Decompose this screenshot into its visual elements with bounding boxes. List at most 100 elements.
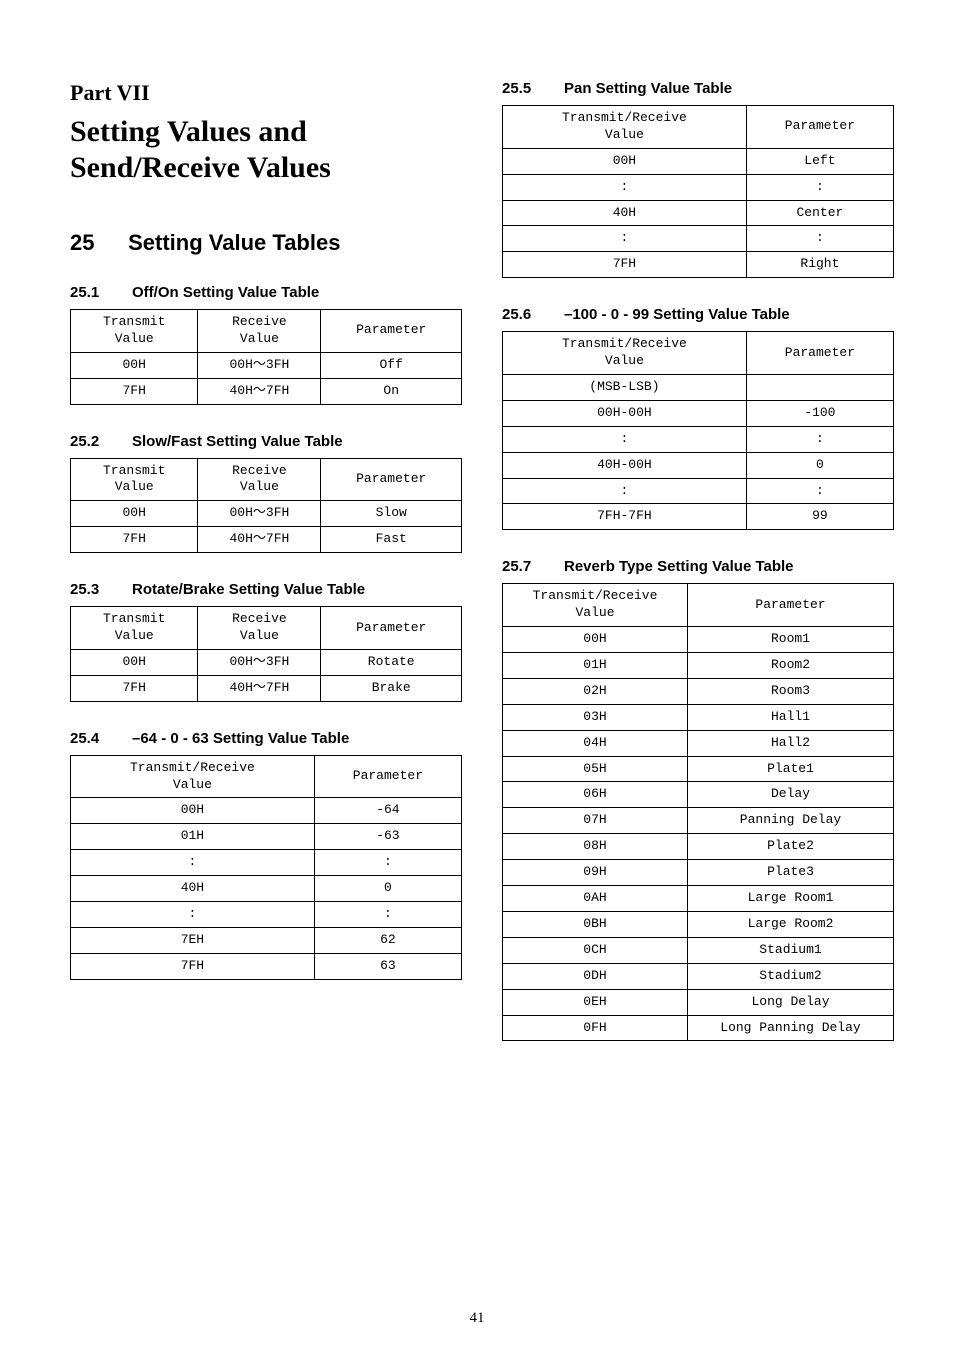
cell: 06H	[503, 782, 688, 808]
th-param: Parameter	[321, 458, 462, 501]
cell: Large Room2	[688, 911, 894, 937]
th-param: Parameter	[746, 332, 893, 375]
table-row: 05HPlate1	[503, 756, 894, 782]
table-row: 03HHall1	[503, 704, 894, 730]
cell: Right	[746, 252, 893, 278]
th-param: Parameter	[314, 755, 461, 798]
cell: :	[746, 174, 893, 200]
subsection-25-2: 25.2Slow/Fast Setting Value Table	[70, 433, 462, 450]
table-row: 0EHLong Delay	[503, 989, 894, 1015]
cell: Stadium1	[688, 937, 894, 963]
table-neg100-99: Transmit/Receive Value Parameter (MSB-LS…	[502, 331, 894, 530]
table-row: 7FH40H～7FHOn	[71, 378, 462, 404]
subsection-num: 25.2	[70, 433, 132, 450]
cell: 40H～7FH	[198, 378, 321, 404]
cell: 07H	[503, 808, 688, 834]
cell: :	[71, 850, 315, 876]
cell: 40H～7FH	[198, 675, 321, 701]
cell: 00H	[71, 501, 198, 527]
subsection-25-6: 25.6–100 - 0 - 99 Setting Value Table	[502, 306, 894, 323]
cell: 7EH	[71, 927, 315, 953]
cell: 0EH	[503, 989, 688, 1015]
cell: 00H	[503, 627, 688, 653]
cell: 7FH	[503, 252, 747, 278]
cell: 7FH	[71, 527, 198, 553]
subsection-25-4: 25.4–64 - 0 - 63 Setting Value Table	[70, 730, 462, 747]
cell: 0	[746, 452, 893, 478]
subsection-title: –100 - 0 - 99 Setting Value Table	[564, 306, 790, 323]
table-header-row: Transmit/Receive Value Parameter	[503, 332, 894, 375]
th-receive: Receive Value	[198, 607, 321, 650]
table-row: 7FHRight	[503, 252, 894, 278]
subsection-title: –64 - 0 - 63 Setting Value Table	[132, 730, 349, 747]
cell: Slow	[321, 501, 462, 527]
table-row: 0DHStadium2	[503, 963, 894, 989]
cell: 40H-00H	[503, 452, 747, 478]
subsection-title: Rotate/Brake Setting Value Table	[132, 581, 365, 598]
cell: 0	[314, 876, 461, 902]
cell: 04H	[503, 730, 688, 756]
cell: 40H	[503, 200, 747, 226]
cell: Plate2	[688, 834, 894, 860]
cell: 08H	[503, 834, 688, 860]
table-row: 7EH62	[71, 927, 462, 953]
th-transmit: Transmit Value	[71, 458, 198, 501]
cell: 00H	[71, 649, 198, 675]
cell: On	[321, 378, 462, 404]
table-neg64-63: Transmit/Receive Value Parameter 00H-64 …	[70, 755, 462, 980]
th-param: Parameter	[321, 310, 462, 353]
table-row: ::	[503, 174, 894, 200]
cell: 99	[746, 504, 893, 530]
cell: -63	[314, 824, 461, 850]
table-row: 0FHLong Panning Delay	[503, 1015, 894, 1041]
cell: Room1	[688, 627, 894, 653]
cell: 00H～3FH	[198, 352, 321, 378]
th-param: Parameter	[746, 106, 893, 149]
cell: 63	[314, 953, 461, 979]
subsection-title: Off/On Setting Value Table	[132, 284, 319, 301]
part-title: Setting Values and Send/Receive Values	[70, 114, 462, 186]
cell: 0AH	[503, 886, 688, 912]
cell: 40H～7FH	[198, 527, 321, 553]
subsection-25-5: 25.5Pan Setting Value Table	[502, 80, 894, 97]
table-row: 40HCenter	[503, 200, 894, 226]
cell: (MSB-LSB)	[503, 375, 747, 401]
cell: 62	[314, 927, 461, 953]
cell: Left	[746, 148, 893, 174]
table-row: 00H00H～3FHRotate	[71, 649, 462, 675]
cell: 00H-00H	[503, 400, 747, 426]
subsection-title: Reverb Type Setting Value Table	[564, 558, 794, 575]
part-label: Part VII	[70, 80, 462, 106]
table-row: 40H0	[71, 876, 462, 902]
cell: 02H	[503, 678, 688, 704]
cell: -64	[314, 798, 461, 824]
cell: Delay	[688, 782, 894, 808]
th-transmit: Transmit Value	[71, 607, 198, 650]
table-row: ::	[71, 850, 462, 876]
table-row: 0AHLarge Room1	[503, 886, 894, 912]
cell: Long Panning Delay	[688, 1015, 894, 1041]
cell: Rotate	[321, 649, 462, 675]
cell: Plate3	[688, 860, 894, 886]
th-tr: Transmit/Receive Value	[503, 332, 747, 375]
cell: 00H～3FH	[198, 649, 321, 675]
subsection-25-7: 25.7Reverb Type Setting Value Table	[502, 558, 894, 575]
cell: :	[746, 478, 893, 504]
cell: Room3	[688, 678, 894, 704]
cell: 7FH	[71, 953, 315, 979]
cell: 0DH	[503, 963, 688, 989]
table-row: 08HPlate2	[503, 834, 894, 860]
cell: 7FH	[71, 675, 198, 701]
table-row: 7FH40H～7FHFast	[71, 527, 462, 553]
table-row: 40H-00H0	[503, 452, 894, 478]
subsection-title: Pan Setting Value Table	[564, 80, 732, 97]
table-row: 00H-64	[71, 798, 462, 824]
subsection-num: 25.4	[70, 730, 132, 747]
table-row: ::	[71, 902, 462, 928]
cell: Plate1	[688, 756, 894, 782]
section-num: 25	[70, 230, 122, 256]
cell: :	[503, 426, 747, 452]
cell: 0FH	[503, 1015, 688, 1041]
cell: -100	[746, 400, 893, 426]
table-row: 01HRoom2	[503, 653, 894, 679]
